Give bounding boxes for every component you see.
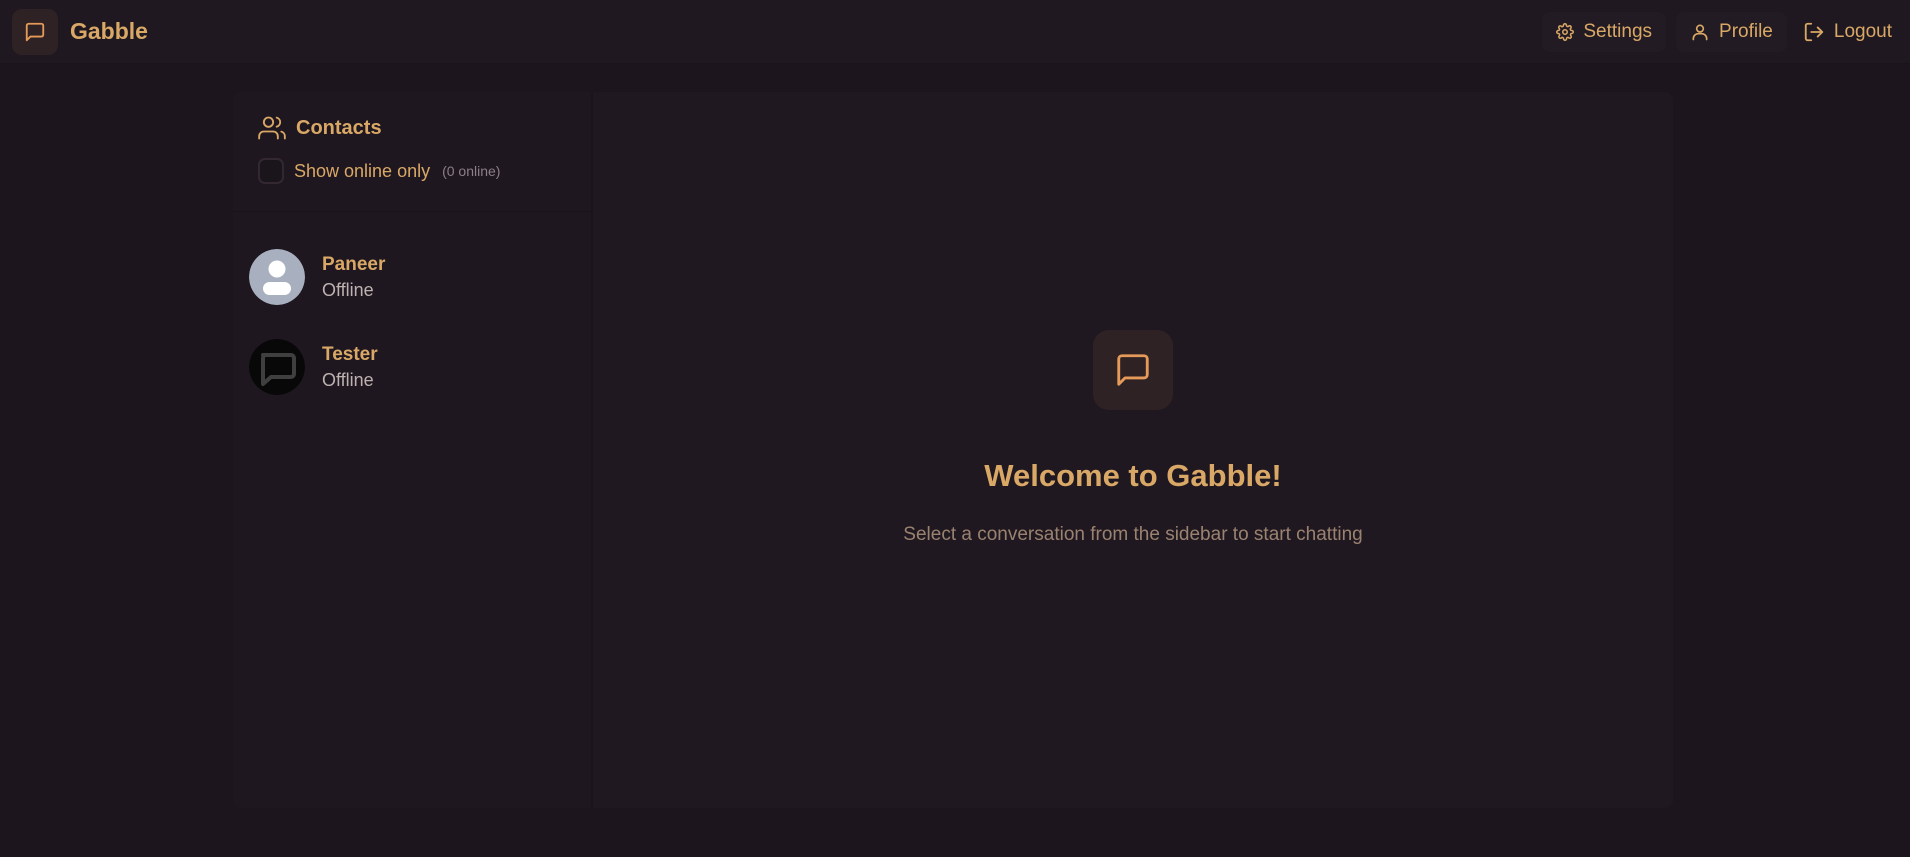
main-container: Contacts Show online only (0 online) Pan… — [233, 92, 1673, 808]
profile-label: Profile — [1719, 20, 1773, 42]
top-nav: Settings Profile Logout — [1542, 11, 1898, 52]
welcome-title: Welcome to Gabble! — [984, 458, 1282, 493]
logout-icon — [1803, 21, 1825, 43]
settings-label: Settings — [1583, 20, 1653, 42]
chat-bubble-avatar — [249, 339, 305, 395]
brand-home-link[interactable]: Gabble — [12, 8, 148, 55]
gear-icon — [1556, 22, 1575, 41]
app-header: Gabble Settings Profile Logout — [0, 0, 1910, 64]
welcome-panel: Welcome to Gabble! Select a conversation… — [593, 330, 1673, 546]
users-icon — [258, 114, 286, 142]
online-only-toggle: Show online only (0 online) — [258, 158, 566, 184]
brand-name: Gabble — [70, 18, 148, 44]
chat-bubble-icon — [1093, 330, 1173, 410]
online-only-label[interactable]: Show online only — [294, 161, 430, 182]
contact-status: Offline — [322, 279, 374, 300]
contact-info: Tester Offline — [322, 344, 378, 391]
welcome-subtitle: Select a conversation from the sidebar t… — [903, 524, 1363, 545]
profile-button[interactable]: Profile — [1676, 11, 1787, 52]
contact-name: Tester — [322, 343, 378, 365]
contact-item-tester[interactable]: Tester Offline — [233, 322, 591, 412]
default-user-avatar — [249, 249, 305, 305]
sidebar-header: Contacts Show online only (0 online) — [233, 92, 591, 212]
chat-bubble-icon — [12, 8, 58, 55]
contact-info: Paneer Offline — [322, 254, 385, 301]
contact-status: Offline — [322, 369, 374, 390]
contact-item-paneer[interactable]: Paneer Offline — [233, 232, 591, 322]
user-icon — [1690, 22, 1710, 42]
contacts-sidebar: Contacts Show online only (0 online) Pan… — [233, 92, 593, 808]
contact-name: Paneer — [322, 253, 386, 275]
logout-button[interactable]: Logout — [1797, 12, 1898, 52]
online-only-checkbox[interactable] — [258, 158, 284, 184]
contacts-title: Contacts — [258, 114, 566, 142]
logout-label: Logout — [1833, 20, 1892, 42]
online-count: (0 online) — [442, 163, 501, 179]
contact-list: Paneer Offline Tester Offline — [233, 212, 591, 412]
settings-button[interactable]: Settings — [1542, 11, 1667, 52]
chat-area: Welcome to Gabble! Select a conversation… — [593, 92, 1673, 808]
contacts-title-label: Contacts — [296, 116, 382, 139]
